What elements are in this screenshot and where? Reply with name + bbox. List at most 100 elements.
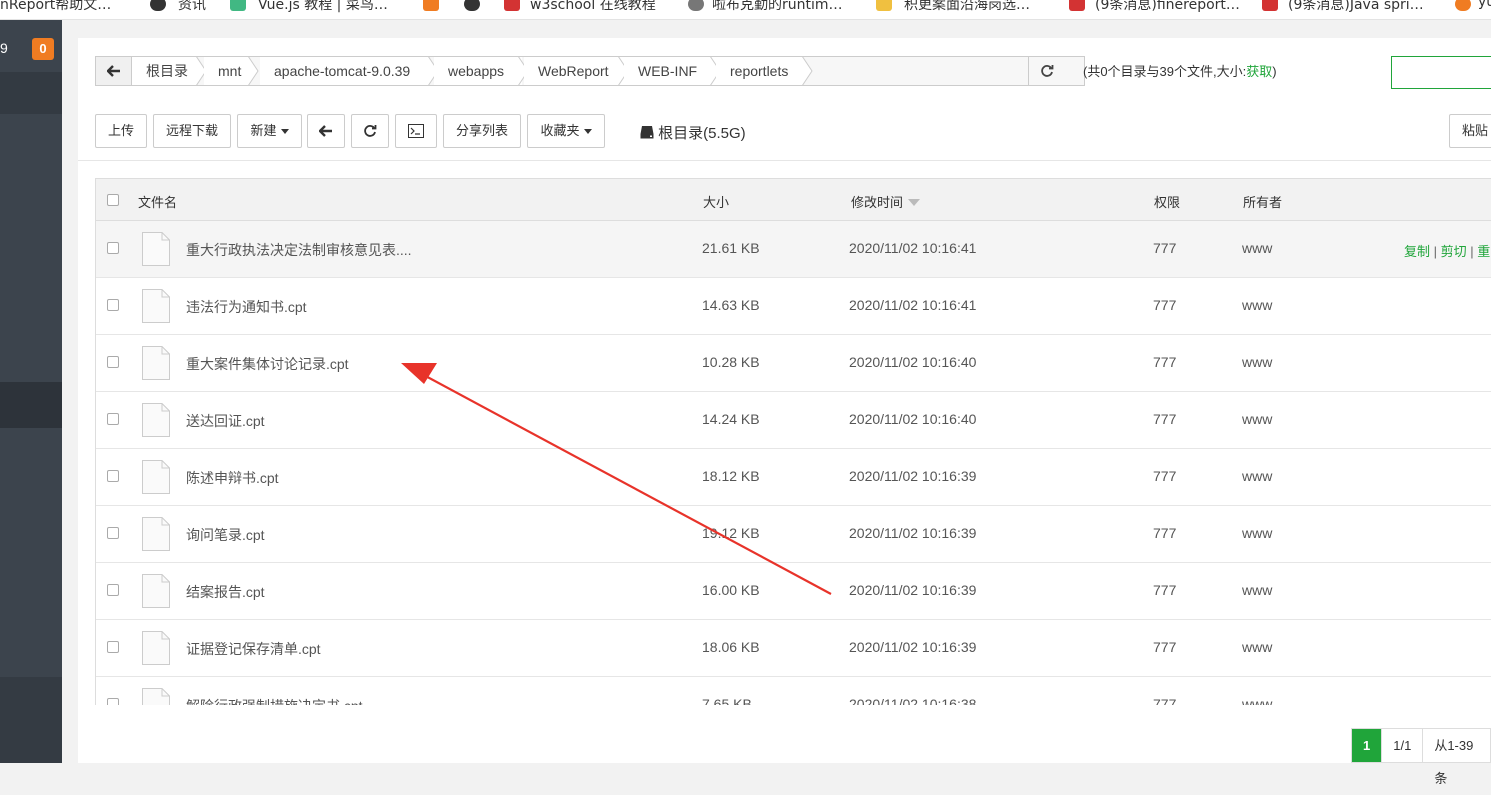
copy-link[interactable]: 复制 — [1404, 244, 1430, 259]
arrow-left-icon — [106, 65, 120, 77]
path-refresh-button[interactable] — [1028, 57, 1064, 85]
csdn-icon — [1262, 0, 1278, 11]
path-bar: 根目录 mnt apache-tomcat-9.0.39 webapps Web… — [95, 56, 1085, 86]
file-name[interactable]: 重大行政执法决定法制审核意见表.... — [186, 240, 412, 260]
table-row[interactable]: 询问笔录.cpt 19.12 KB 2020/11/02 10:16:39 777 ww… — [96, 506, 1491, 563]
get-size-link[interactable]: 获取 — [1246, 64, 1272, 79]
file-size: 10.28 KB — [702, 354, 760, 370]
favorites-label: 收藏夹 — [540, 123, 580, 138]
breadcrumb-webreport[interactable]: WebReport — [524, 57, 624, 85]
breadcrumb-webapps[interactable]: webapps — [434, 57, 522, 85]
row-checkbox[interactable] — [107, 698, 119, 705]
file-mtime: 2020/11/02 10:16:39 — [849, 582, 977, 598]
sidebar-item-bottom[interactable] — [0, 677, 62, 763]
table-row[interactable]: 解除行政强制措施决定书.cpt 7.65 KB 2020/11/02 10:16:3… — [96, 677, 1491, 705]
column-header-name[interactable]: 文件名 — [138, 192, 177, 211]
bookmark-7[interactable]: 积更案面沿海岗选… — [904, 0, 1030, 14]
vue-icon — [230, 0, 246, 11]
column-header-mtime-label: 修改时间 — [851, 195, 904, 210]
github-icon[interactable] — [464, 0, 480, 11]
bookmark-10[interactable]: yu — [1478, 0, 1491, 10]
file-mtime: 2020/11/02 10:16:39 — [849, 525, 977, 541]
sidebar-item-active[interactable] — [0, 382, 62, 428]
file-icon — [142, 631, 170, 665]
file-mtime: 2020/11/02 10:16:41 — [849, 240, 977, 256]
row-checkbox[interactable] — [107, 242, 119, 254]
bookmark-8[interactable]: (9条消息)finereport… — [1095, 0, 1240, 14]
upload-button[interactable]: 上传 — [95, 114, 147, 148]
notification-badge[interactable]: 0 — [32, 38, 54, 60]
column-header-mtime[interactable]: 修改时间 — [851, 192, 921, 211]
file-owner: www — [1242, 639, 1273, 655]
file-size: 14.24 KB — [702, 411, 760, 427]
refresh-button[interactable] — [351, 114, 389, 148]
new-dropdown-button[interactable]: 新建 — [237, 114, 302, 148]
table-row[interactable]: 结案报告.cpt 16.00 KB 2020/11/02 10:16:39 777 ww… — [96, 563, 1491, 620]
file-owner: www — [1242, 468, 1273, 484]
star-icon — [876, 0, 892, 11]
file-name[interactable]: 结案报告.cpt — [186, 582, 265, 602]
table-row[interactable]: 陈述申辩书.cpt 18.12 KB 2020/11/02 10:16:39 777 w… — [96, 449, 1491, 506]
file-name[interactable]: 陈述申辩书.cpt — [186, 468, 279, 488]
row-checkbox[interactable] — [107, 413, 119, 425]
bookmark-0[interactable]: nReport帮助文… — [0, 0, 111, 14]
file-mtime: 2020/11/02 10:16:38 — [849, 696, 977, 705]
cut-link[interactable]: 剪切 — [1441, 244, 1467, 259]
file-mtime: 2020/11/02 10:16:39 — [849, 468, 977, 484]
select-all-checkbox[interactable] — [107, 194, 119, 206]
file-perm: 777 — [1153, 354, 1177, 370]
rename-link[interactable]: 重 — [1477, 244, 1490, 259]
orange-icon[interactable] — [423, 0, 439, 11]
search-input[interactable] — [1391, 56, 1491, 89]
bookmark-5[interactable]: w3school 在线教程 — [530, 0, 656, 14]
file-name[interactable]: 违法行为通知书.cpt — [186, 297, 307, 317]
back-button[interactable] — [307, 114, 345, 148]
terminal-icon — [408, 124, 424, 138]
sidebar-item-top[interactable] — [0, 72, 62, 114]
row-checkbox[interactable] — [107, 527, 119, 539]
terminal-button[interactable] — [395, 114, 437, 148]
file-perm: 777 — [1153, 696, 1177, 705]
path-back-button[interactable] — [96, 57, 132, 85]
breadcrumb-root[interactable]: 根目录 — [132, 57, 196, 85]
file-icon — [142, 688, 170, 705]
bookmark-2[interactable]: Vue.js 教程 | 菜鸟… — [258, 0, 388, 14]
table-row[interactable]: 重大案件集体讨论记录.cpt 10.28 KB 2020/11/02 10:16:4… — [96, 335, 1491, 392]
share-list-button[interactable]: 分享列表 — [443, 114, 521, 148]
w3school-icon — [504, 0, 520, 11]
table-row[interactable]: 证据登记保存清单.cpt 18.06 KB 2020/11/02 10:16:39 7… — [96, 620, 1491, 677]
table-row[interactable]: 送达回证.cpt 14.24 KB 2020/11/02 10:16:40 777 ww… — [96, 392, 1491, 449]
root-disk-size[interactable]: 根目录(5.5G) — [640, 122, 746, 143]
file-name[interactable]: 送达回证.cpt — [186, 411, 265, 431]
column-header-perm[interactable]: 权限 — [1154, 192, 1180, 211]
file-name[interactable]: 询问笔录.cpt — [186, 525, 265, 545]
csdn-icon — [1069, 0, 1085, 11]
file-size: 19.12 KB — [702, 525, 760, 541]
table-row[interactable]: 违法行为通知书.cpt 14.63 KB 2020/11/02 10:16:41 77… — [96, 278, 1491, 335]
file-name[interactable]: 解除行政强制措施决定书.cpt — [186, 696, 363, 705]
bookmark-6[interactable]: 啦布克勤的runtim… — [712, 0, 843, 14]
file-name[interactable]: 证据登记保存清单.cpt — [186, 639, 321, 659]
breadcrumb-tomcat[interactable]: apache-tomcat-9.0.39 — [260, 57, 428, 85]
file-name[interactable]: 重大案件集体讨论记录.cpt — [186, 354, 349, 374]
row-checkbox[interactable] — [107, 356, 119, 368]
file-perm: 777 — [1153, 468, 1177, 484]
row-checkbox[interactable] — [107, 584, 119, 596]
row-checkbox[interactable] — [107, 299, 119, 311]
breadcrumb-web-inf[interactable]: WEB-INF — [624, 57, 716, 85]
page-current[interactable]: 1 — [1352, 729, 1383, 762]
row-checkbox[interactable] — [107, 641, 119, 653]
column-header-size[interactable]: 大小 — [703, 192, 729, 211]
remote-download-button[interactable]: 远程下载 — [153, 114, 231, 148]
bookmark-1[interactable]: 资讯 — [178, 0, 206, 14]
favorites-dropdown-button[interactable]: 收藏夹 — [527, 114, 605, 148]
bookmark-9[interactable]: (9条消息)Java spri… — [1288, 0, 1424, 14]
breadcrumb-reportlets[interactable]: reportlets — [716, 57, 802, 85]
file-perm: 777 — [1153, 411, 1177, 427]
paste-button[interactable]: 粘贴 — [1449, 114, 1491, 148]
table-row[interactable]: 重大行政执法决定法制审核意见表.... 21.61 KB 2020/11/02 10… — [96, 221, 1491, 278]
separator: | — [1466, 244, 1478, 259]
row-checkbox[interactable] — [107, 470, 119, 482]
breadcrumb-mnt[interactable]: mnt — [204, 57, 248, 85]
column-header-owner[interactable]: 所有者 — [1243, 192, 1282, 211]
